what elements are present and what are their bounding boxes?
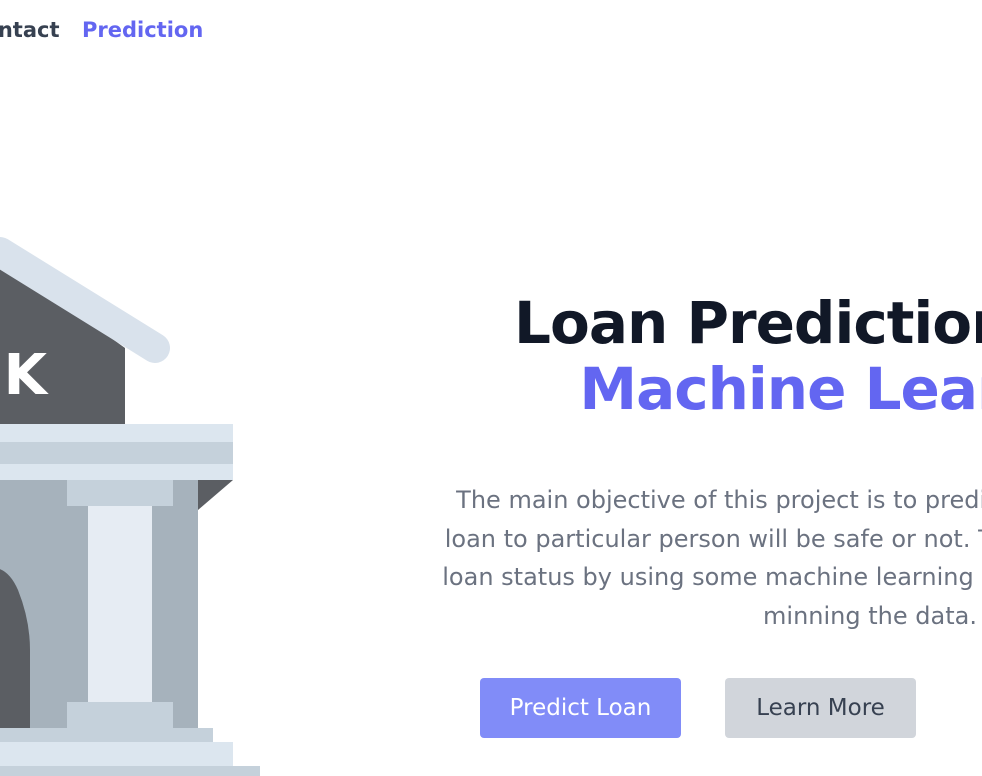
bank-column [88,506,152,702]
hero-title-line-2: Machine Learning [579,355,982,423]
bank-step-3 [0,766,260,776]
predict-loan-button[interactable]: Predict Loan [480,678,681,738]
hero-description: The main objective of this project is to… [442,486,982,630]
page: Contact Prediction BANK Loan Prediction … [0,0,982,776]
bank-frieze [0,442,233,464]
nav-link-contact[interactable]: Contact [0,16,60,44]
hero-title: Loan Prediction Using Machine Learning [362,290,982,422]
bank-column-base [67,702,173,728]
bank-illustration: BANK [0,237,260,776]
bank-step-1 [0,728,213,742]
bank-step-2 [0,742,233,766]
bank-entablature [0,424,233,442]
bank-side-shadow [198,480,233,510]
hero-title-line-1: Loan Prediction Using [514,289,982,357]
bank-cornice [0,464,233,480]
bank-sign: BANK [0,343,50,408]
bank-column-capital [67,480,173,506]
learn-more-button[interactable]: Learn More [725,678,916,738]
nav-link-prediction[interactable]: Prediction [82,16,203,44]
